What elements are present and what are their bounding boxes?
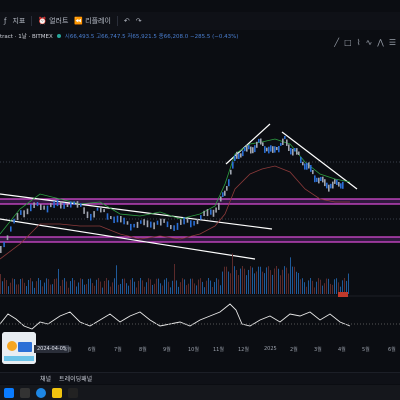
- oscillator-line: [0, 303, 351, 330]
- replay-icon: ⏪: [74, 17, 84, 25]
- time-label: 12월: [238, 347, 249, 353]
- volume-bars: [0, 253, 349, 294]
- undo-button[interactable]: ↶: [124, 17, 130, 25]
- tradingview-icon[interactable]: [68, 387, 78, 398]
- time-label: 8월: [139, 347, 147, 353]
- time-label: 6월: [88, 347, 96, 353]
- top-toolbar: ƒ 지표 ⏰ 얼러트 ⏪ 리플레이 ↶ ↷: [0, 12, 400, 30]
- time-label: 10월: [188, 347, 199, 353]
- price-chart[interactable]: [0, 44, 400, 344]
- status-dot-icon: [56, 34, 61, 38]
- chat-icon[interactable]: [52, 387, 62, 398]
- windows-start-icon[interactable]: [4, 387, 14, 398]
- tab-trading-panel[interactable]: 트레이딩패널: [59, 374, 92, 383]
- time-label: 11월: [213, 347, 224, 353]
- pink-band-lower: [0, 236, 400, 243]
- alert-label: 얼러트: [49, 17, 69, 25]
- time-label: 4월: [338, 347, 346, 353]
- alarm-icon: ⏰: [38, 17, 48, 25]
- price-tag: [338, 292, 348, 297]
- time-label: 9월: [163, 347, 171, 353]
- undo-icon: ↶: [123, 17, 130, 25]
- browser-icon[interactable]: [36, 387, 46, 398]
- time-label: 5월: [362, 347, 370, 353]
- redo-icon: ↷: [135, 17, 142, 25]
- time-axis[interactable]: 5월 6월 7월 8월 9월 10월 11월 12월 2025 2월 3월 4월 5월 6월: [0, 345, 400, 355]
- fx-icon[interactable]: ƒ: [4, 17, 6, 25]
- taskbar: [0, 385, 400, 400]
- indicators-button[interactable]: 지표: [12, 16, 25, 26]
- search-icon[interactable]: [20, 387, 30, 398]
- time-label: 2월: [290, 347, 298, 353]
- toolbar-separator: [116, 16, 118, 26]
- candles: [0, 136, 344, 253]
- bottom-tabs: 채널 트레이딩패널: [0, 372, 400, 384]
- replay-button[interactable]: ⏪ 리플레이: [74, 16, 110, 26]
- ohlc-readout: 시66,493.5 고66,747.5 저65,921.5 종66,208.0 …: [64, 34, 239, 40]
- channel-lower: [0, 165, 350, 260]
- redo-button[interactable]: ↷: [136, 17, 142, 25]
- tab-channel[interactable]: 채널: [40, 374, 51, 383]
- time-label: 3월: [314, 347, 322, 353]
- time-label: 5월: [64, 347, 72, 353]
- toolbar-separator: [31, 16, 33, 26]
- replay-label: 리플레이: [85, 17, 111, 25]
- symbol-title[interactable]: tract · 1날 · BITMEX: [0, 32, 53, 40]
- indicators-label: 지표: [12, 17, 26, 25]
- time-label: 6월: [388, 347, 396, 353]
- time-label: 2025: [264, 346, 277, 352]
- time-label: 7월: [114, 347, 122, 353]
- alert-button[interactable]: ⏰ 얼러트: [38, 16, 68, 26]
